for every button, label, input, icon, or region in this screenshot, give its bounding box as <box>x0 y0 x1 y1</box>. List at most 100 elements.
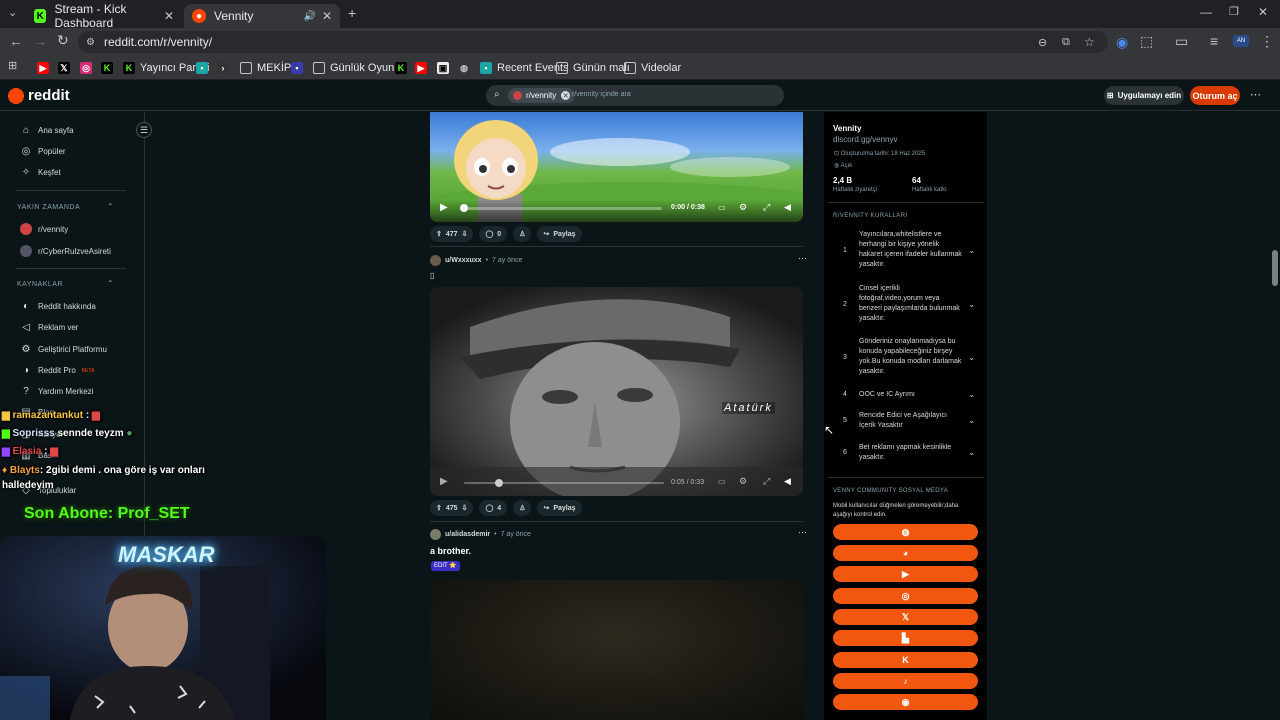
volume-icon[interactable]: ◀ <box>784 202 791 213</box>
upvote-icon[interactable]: ⇧ <box>436 230 442 238</box>
nav-help-center[interactable]: ? Yardım Merkezi <box>20 386 93 397</box>
post-media[interactable] <box>430 580 803 720</box>
more-options-icon[interactable]: ⋯ <box>1250 88 1261 101</box>
reload-icon[interactable]: ↻ <box>57 32 69 49</box>
user-avatar[interactable] <box>430 255 441 266</box>
rule-item[interactable]: 2 Cinsel içerikli fotoğraf,video,yorum ve… <box>843 284 983 324</box>
chevron-down-icon[interactable]: ⌄ <box>968 246 975 256</box>
seek-handle[interactable] <box>460 204 468 212</box>
social-button-instagram[interactable]: ◎ <box>833 588 978 604</box>
reading-list-icon[interactable]: ≡ <box>1210 33 1218 49</box>
award-button[interactable]: ♙ <box>513 500 532 516</box>
volume-icon[interactable]: ◀ <box>784 476 791 487</box>
bookmark-x[interactable]: 𝕏 <box>58 60 75 76</box>
extension-shield-icon[interactable]: ◉ <box>1116 34 1128 51</box>
tab-kick-dashboard[interactable]: K Stream - Kick Dashboard ✕ <box>26 2 182 30</box>
nav-home[interactable]: ⌂ Ana sayfa <box>20 125 74 136</box>
downvote-icon[interactable]: ⇩ <box>462 230 468 238</box>
bookmark-youtube-2[interactable]: ▶ <box>415 60 432 76</box>
back-icon[interactable]: ← <box>9 33 23 49</box>
side-panel-icon[interactable]: ▭ <box>1175 33 1188 50</box>
nav-popular[interactable]: ◎ Popüler <box>20 146 66 157</box>
post-menu-icon[interactable]: ⋯ <box>798 527 807 538</box>
recent-header[interactable]: YAKIN ZAMANDA <box>17 204 80 211</box>
share-button[interactable]: ↪ Paylaş <box>537 226 582 242</box>
window-close-icon[interactable]: ✕ <box>1258 5 1268 19</box>
social-button-x[interactable]: 𝕏 <box>833 609 978 625</box>
rule-item[interactable]: 1 Yayıncılara,whitelistlere ve herhangi b… <box>843 230 983 270</box>
chevron-down-icon[interactable]: ⌄ <box>968 353 975 363</box>
nav-explore[interactable]: ✧ Keşfet <box>20 167 61 178</box>
nav-recent-cyber[interactable]: r/CyberRulzveAsireti <box>20 245 111 257</box>
comments-button[interactable]: ◯ 0 <box>479 226 508 242</box>
post-video-player[interactable]: ▶ 0:00 / 0:38 ▭ ⚙ ⤢ ◀ <box>430 112 803 222</box>
captions-icon[interactable]: ▭ <box>718 477 726 486</box>
social-button-tiktok[interactable]: ♪ <box>833 673 978 689</box>
speaker-icon[interactable]: 🔊 <box>304 11 316 22</box>
nav-reddit-pro[interactable]: ◑ Reddit Pro BETA <box>20 365 95 376</box>
post-menu-icon[interactable]: ⋯ <box>798 253 807 264</box>
nav-recent-vennity[interactable]: r/vennity <box>20 223 68 235</box>
share-button[interactable]: ↪ Paylaş <box>537 500 582 516</box>
login-button[interactable]: Oturum aç <box>1190 86 1240 105</box>
bookmark-gunun-mali[interactable]: Günün malı <box>556 60 630 76</box>
settings-gear-icon[interactable]: ⚙ <box>739 202 747 213</box>
comments-button[interactable]: ◯ 4 <box>479 500 508 516</box>
chevron-up-icon[interactable]: ⌃ <box>107 279 114 288</box>
bookmark-blue[interactable]: ▪ <box>291 60 308 76</box>
nav-advertise[interactable]: ◁ Reklam ver <box>20 322 78 333</box>
bookmark-youtube[interactable]: ▶ <box>37 60 54 76</box>
post-author[interactable]: u/Wxxxuxx <box>445 257 482 264</box>
upvote-icon[interactable]: ⇧ <box>436 504 442 512</box>
apps-grid-icon[interactable]: ⊞ <box>8 59 17 72</box>
seek-bar[interactable] <box>464 482 664 484</box>
social-button-twitch[interactable]: ▙ <box>833 630 978 646</box>
social-button-website[interactable]: ◍ <box>833 524 978 540</box>
bookmark-kick-2[interactable]: K <box>395 60 412 76</box>
reddit-logo-icon[interactable] <box>8 88 24 104</box>
chevron-down-icon[interactable]: ⌄ <box>968 300 975 310</box>
bookmark-image[interactable]: ▣ <box>437 60 454 76</box>
bookmark-gunluk-oyunlar[interactable]: Günlük Oyunlar <box>313 60 406 76</box>
community-link[interactable]: discord.gg/vennyv <box>833 135 897 144</box>
collapse-nav-icon[interactable]: ☰ <box>136 122 152 138</box>
bookmark-instagram[interactable]: ◎ <box>80 60 97 76</box>
chevron-down-icon[interactable]: ⌄ <box>968 390 975 400</box>
tab-vennity[interactable]: ● Vennity 🔊 ✕ <box>184 4 340 28</box>
social-button-discord[interactable]: ◕ <box>833 545 978 561</box>
captions-icon[interactable]: ▭ <box>718 203 726 212</box>
bookmark-globe[interactable]: ◍ <box>458 60 475 76</box>
user-avatar[interactable] <box>430 529 441 540</box>
menu-kebab-icon[interactable]: ⋮ <box>1260 33 1274 50</box>
post-title[interactable]: ▯ <box>430 271 434 280</box>
bookmark-mekip[interactable]: MEKİP <box>240 60 291 76</box>
site-info-icon[interactable]: ⚙ <box>86 37 95 48</box>
search-community-chip[interactable]: r/vennity ✕ <box>508 88 576 103</box>
bookmark-kick[interactable]: K <box>101 60 118 76</box>
fullscreen-icon[interactable]: ⤢ <box>763 476 770 487</box>
post-author[interactable]: u/alidasdemir <box>445 531 490 538</box>
nav-developer-platform[interactable]: ⚙ Geliştirici Platformu <box>20 344 107 355</box>
tab-search-icon[interactable]: ⌄ <box>8 6 17 19</box>
get-app-button[interactable]: ⊞ Uygulamayı edin <box>1104 86 1184 105</box>
reddit-wordmark[interactable]: reddit <box>28 87 70 104</box>
fullscreen-icon[interactable]: ⤢ <box>763 202 770 213</box>
seek-bar[interactable] <box>462 207 662 210</box>
downvote-icon[interactable]: ⇩ <box>462 504 468 512</box>
bookmark-videolar[interactable]: Videolar <box>624 60 681 76</box>
address-bar[interactable]: ⚙ reddit.com/r/vennity/ ⊖ ⧉ ☆ <box>78 31 1108 53</box>
settings-gear-icon[interactable]: ⚙ <box>739 476 747 487</box>
extensions-icon[interactable]: ⬚ <box>1140 33 1153 50</box>
rule-item[interactable]: 6 Bet reklamı yapmak kesinlikle yasaktır.… <box>843 443 983 465</box>
close-icon[interactable]: ✕ <box>322 9 332 23</box>
post-video-player[interactable]: Atatürk ▶ 0:05 / 0:33 ▭ ⚙ ⤢ ◀ <box>430 287 803 496</box>
new-tab-icon[interactable]: + <box>348 5 356 21</box>
page-scrollbar[interactable] <box>1272 250 1278 286</box>
social-button-youtube[interactable]: ▶ <box>833 566 978 582</box>
rule-item[interactable]: 5 Rencide Edici ve Aşağılayıcı İçerik Yas… <box>843 411 983 433</box>
chevron-down-icon[interactable]: ⌄ <box>968 448 975 458</box>
zoom-icon[interactable]: ⊖ <box>1038 36 1047 49</box>
bookmark-star-icon[interactable]: ☆ <box>1084 35 1095 49</box>
play-icon[interactable]: ▶ <box>440 202 448 213</box>
social-button-steam[interactable]: ◉ <box>833 694 978 710</box>
